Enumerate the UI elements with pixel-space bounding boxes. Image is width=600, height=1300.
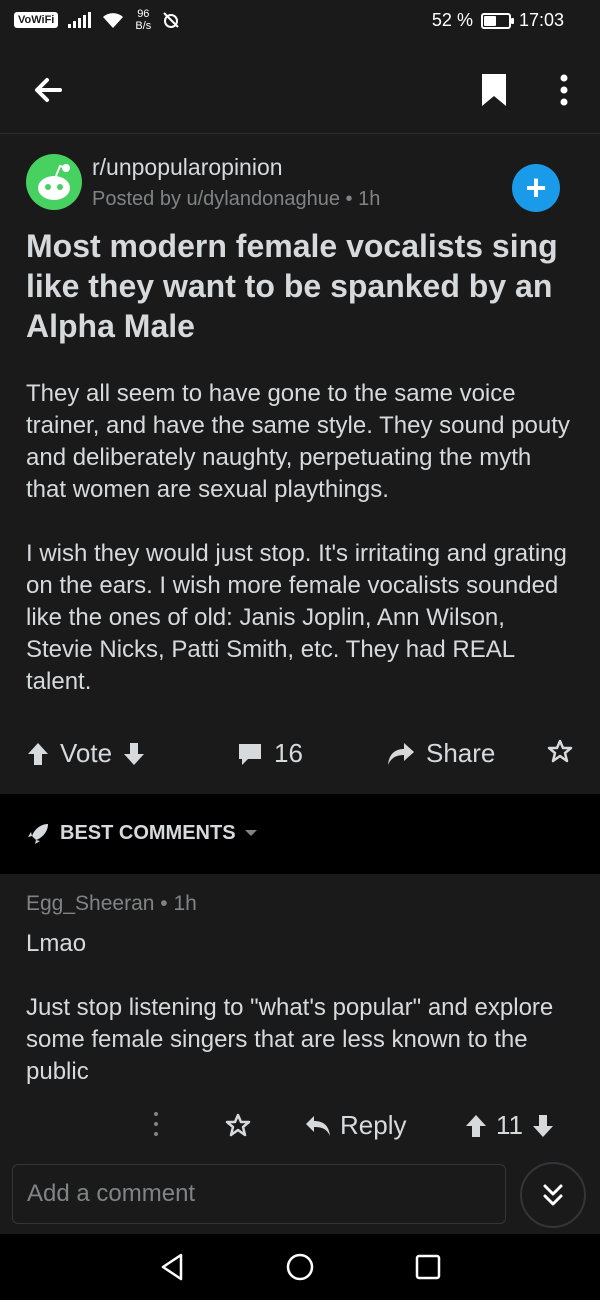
sort-label: BEST COMMENTS xyxy=(60,821,236,844)
vowifi-badge: VoWiFi xyxy=(14,12,59,28)
join-button[interactable]: + xyxy=(512,164,560,212)
more-vertical-icon[interactable] xyxy=(550,70,578,110)
share-button[interactable]: Share xyxy=(386,738,495,769)
comment-input[interactable] xyxy=(12,1164,506,1224)
comment-upvote-icon[interactable] xyxy=(464,1113,488,1139)
comment-body: Lmao Just stop listening to "what's popu… xyxy=(26,928,566,1120)
nav-back-icon[interactable] xyxy=(157,1252,187,1282)
share-label: Share xyxy=(426,738,496,768)
reply-icon xyxy=(304,1114,332,1138)
arrow-left-icon[interactable] xyxy=(28,70,68,110)
comment-score: 11 xyxy=(496,1110,523,1140)
battery-percent: 52 % xyxy=(431,10,473,30)
status-bar: VoWiFi 96 B/s 52 % 17:03 xyxy=(0,0,600,44)
rocket-icon xyxy=(26,820,52,846)
network-speed: 96 B/s xyxy=(135,8,152,32)
clock: 17:03 xyxy=(518,10,564,30)
comment-icon xyxy=(236,741,264,767)
post-byline: Posted by u/dylandonaghue • 1h xyxy=(92,188,381,210)
share-icon xyxy=(386,741,416,767)
downvote-icon[interactable] xyxy=(122,741,146,767)
comment-sort-bar[interactable]: BEST COMMENTS xyxy=(0,794,600,874)
post-title: Most modern female vocalists sing like t… xyxy=(26,228,558,344)
comment-downvote-icon[interactable] xyxy=(531,1113,555,1139)
vote-label: Vote xyxy=(60,738,113,768)
wifi-icon xyxy=(101,10,125,30)
double-chevron-down-icon[interactable] xyxy=(520,1162,586,1228)
upvote-icon[interactable] xyxy=(26,741,50,767)
comment-count: 16 xyxy=(274,738,303,768)
system-nav-bar xyxy=(0,1234,600,1300)
comment-paragraph: Just stop listening to "what's popular" … xyxy=(26,994,554,1085)
app-bar xyxy=(0,44,600,134)
mute-alarm-icon xyxy=(161,10,181,30)
nav-recents-icon[interactable] xyxy=(413,1252,443,1282)
reply-label: Reply xyxy=(340,1110,407,1140)
subreddit-avatar[interactable] xyxy=(26,154,82,210)
bookmark-icon[interactable] xyxy=(478,70,510,110)
chevron-down-icon xyxy=(244,828,258,838)
comment-paragraph: Lmao xyxy=(26,930,87,957)
post-body: They all seem to have gone to the same v… xyxy=(26,378,576,730)
post: r/unpopularopinion Posted by u/dylandona… xyxy=(0,134,600,794)
reply-button[interactable]: Reply xyxy=(304,1110,406,1141)
comment-composer xyxy=(0,1162,600,1234)
signal-icon xyxy=(68,12,92,28)
post-paragraph: They all seem to have gone to the same v… xyxy=(26,380,570,503)
comment-author[interactable]: Egg_Sheeran • 1h xyxy=(26,892,197,916)
comment-award-icon[interactable] xyxy=(224,1112,252,1140)
post-actions: Vote 16 Share xyxy=(0,734,600,778)
comment: Egg_Sheeran • 1h Lmao Just stop listenin… xyxy=(0,874,600,1164)
post-paragraph: I wish they would just stop. It's irrita… xyxy=(26,540,567,695)
nav-home-icon[interactable] xyxy=(285,1252,315,1282)
subreddit-name[interactable]: r/unpopularopinion xyxy=(92,154,283,181)
battery-icon xyxy=(480,12,514,29)
comment-actions: Reply 11 xyxy=(0,1108,600,1148)
comments-button[interactable]: 16 xyxy=(236,738,303,769)
award-icon[interactable] xyxy=(546,738,574,766)
comment-more-icon[interactable] xyxy=(150,1108,162,1140)
